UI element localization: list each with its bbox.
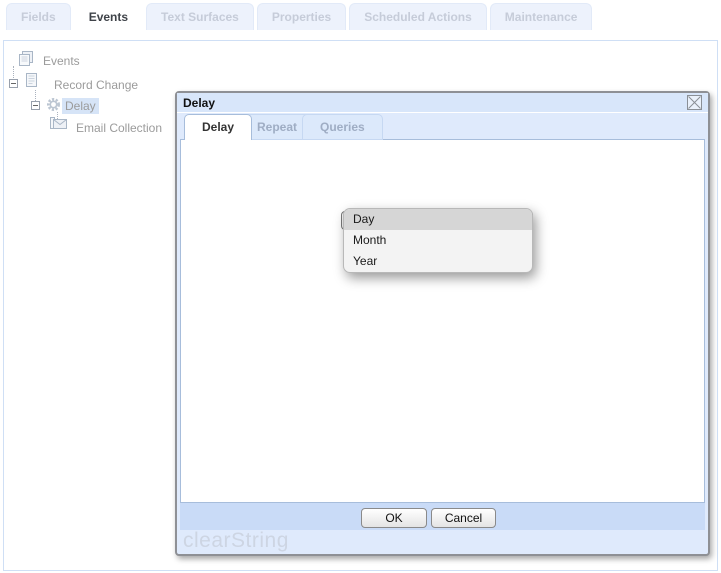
tree-item-record-change[interactable]: Record Change	[54, 78, 138, 92]
tab-scheduled-actions[interactable]: Scheduled Actions	[349, 3, 487, 30]
collapse-toggle[interactable]	[9, 79, 18, 88]
clearstring-watermark: clearString	[183, 529, 289, 553]
gear-icon	[46, 97, 61, 115]
tab-properties[interactable]: Properties	[257, 3, 346, 30]
tree-item-delay[interactable]: Delay	[62, 98, 99, 114]
dropdown-option-month[interactable]: Month	[344, 230, 532, 251]
delay-dialog: Delay Delay Repeat Queries Delay until N…	[175, 91, 710, 556]
tree-connector	[13, 66, 14, 78]
envelope-icon	[50, 117, 68, 134]
dialog-tab-queries[interactable]: Queries	[302, 114, 383, 140]
close-icon[interactable]	[687, 95, 702, 110]
dialog-tab-panel	[180, 139, 705, 503]
tree-item-events[interactable]: Events	[43, 54, 80, 68]
ok-button[interactable]: OK	[361, 508, 427, 528]
document-icon	[24, 73, 39, 92]
dialog-tab-delay[interactable]: Delay	[184, 114, 252, 140]
event-tree: Events Record Change Delay Email Collect…	[0, 0, 180, 160]
dropdown-option-year[interactable]: Year	[344, 251, 532, 272]
cancel-button[interactable]: Cancel	[431, 508, 496, 528]
pages-icon	[18, 51, 34, 69]
start-of-next-dropdown: Day Month Year	[343, 208, 533, 273]
tab-maintenance[interactable]: Maintenance	[490, 3, 593, 30]
dropdown-option-day[interactable]: Day	[344, 209, 532, 230]
dialog-title: Delay	[183, 96, 215, 110]
dialog-titlebar: Delay	[177, 93, 708, 113]
collapse-toggle[interactable]	[31, 101, 40, 110]
tree-item-email-collection[interactable]: Email Collection	[76, 121, 162, 135]
